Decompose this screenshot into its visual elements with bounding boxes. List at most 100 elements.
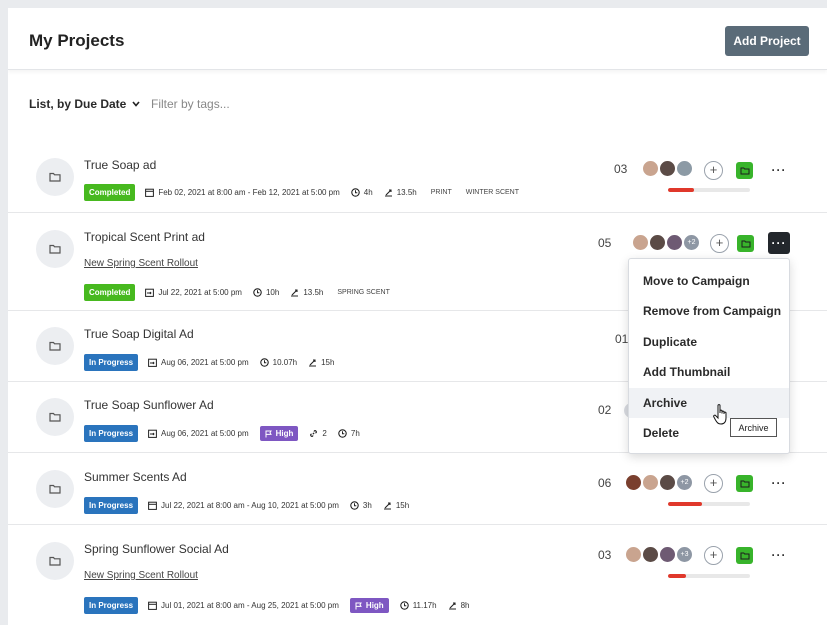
open-folder-button[interactable]: [736, 475, 753, 492]
hand-pointer-icon: [713, 404, 727, 425]
logged-time: 13.5h: [303, 288, 324, 297]
status-badge: Completed: [84, 184, 136, 201]
estimated-time: 11.17h: [412, 601, 437, 610]
open-folder-button[interactable]: [736, 162, 753, 179]
folder-icon: [740, 552, 749, 559]
task-count: 02: [598, 403, 612, 417]
progress-bar: [668, 502, 750, 506]
status-badge: In Progress: [84, 497, 139, 514]
page-header: My Projects Add Project: [8, 8, 827, 70]
logged-time-icon: [383, 502, 391, 510]
add-member-button[interactable]: +: [710, 234, 729, 253]
priority-badge: High: [349, 598, 389, 613]
status-badge: In Progress: [84, 425, 139, 442]
archive-tooltip: Archive: [730, 418, 777, 437]
estimated-time: 10h: [265, 288, 280, 297]
project-meta: In Progress Aug 06, 2021 at 5:00 pm High…: [84, 425, 371, 442]
due-date-icon: [145, 288, 155, 297]
logged-time-icon: [291, 289, 299, 297]
menu-item-duplicate[interactable]: Duplicate: [629, 327, 789, 357]
menu-item-remove-from-campaign[interactable]: Remove from Campaign: [629, 296, 789, 326]
due-date-icon: [148, 358, 157, 367]
more-options-button[interactable]: ···: [768, 159, 790, 181]
more-options-button[interactable]: ···: [768, 544, 790, 566]
tag[interactable]: SPRING SCENT: [334, 286, 393, 299]
project-name[interactable]: True Soap ad: [84, 158, 156, 172]
project-row[interactable]: Summer Scents Ad In Progress Jul 22, 202…: [8, 453, 827, 525]
add-project-button[interactable]: Add Project: [725, 26, 809, 56]
project-name[interactable]: Spring Sunflower Social Ad: [84, 542, 229, 556]
chevron-down-icon: [132, 101, 140, 107]
project-name[interactable]: Summer Scents Ad: [84, 470, 187, 484]
project-date: Jul 22, 2021 at 5:00 pm: [158, 288, 242, 297]
project-row[interactable]: True Soap ad Completed Feb 02, 2021 at 8…: [8, 141, 827, 213]
status-badge: In Progress: [84, 597, 139, 614]
folder-icon: [49, 412, 61, 422]
more-options-button[interactable]: ···: [768, 472, 790, 494]
priority-label: High: [365, 601, 384, 610]
task-count: 01: [615, 332, 629, 346]
progress-fill: [668, 188, 695, 192]
progress-bar: [668, 188, 750, 192]
logged-time-icon: [384, 189, 392, 197]
priority-label: High: [275, 429, 294, 438]
estimated-time: 7h: [350, 429, 360, 438]
campaign-link[interactable]: New Spring Scent Rollout: [84, 570, 198, 581]
add-member-button[interactable]: +: [704, 474, 723, 493]
progress-fill: [668, 502, 703, 506]
task-count: 05: [598, 236, 612, 250]
clock-icon: [259, 358, 269, 367]
status-badge: In Progress: [84, 354, 139, 371]
project-name[interactable]: Tropical Scent Print ad: [84, 230, 205, 244]
campaign-link[interactable]: New Spring Scent Rollout: [84, 258, 198, 269]
open-folder-button[interactable]: [736, 547, 753, 564]
logged-time: 8h: [460, 601, 470, 610]
project-thumbnail: [36, 327, 74, 365]
open-folder-button[interactable]: [737, 235, 754, 252]
task-count: 03: [614, 162, 628, 176]
link-icon: [310, 430, 318, 437]
project-meta: In Progress Aug 06, 2021 at 5:00 pm 10.0…: [84, 354, 345, 371]
view-selector[interactable]: List, by Due Date: [29, 97, 140, 111]
logged-time: 15h: [395, 501, 410, 510]
clock-icon: [399, 601, 409, 610]
project-thumbnail: [36, 470, 74, 508]
folder-icon: [49, 341, 61, 351]
tag-filter-input[interactable]: Filter by tags...: [151, 97, 230, 111]
more-options-button[interactable]: ···: [768, 232, 790, 254]
more-members-badge[interactable]: +2: [682, 233, 701, 252]
project-name[interactable]: True Soap Digital Ad: [84, 327, 194, 341]
link-count: 2: [322, 429, 327, 438]
estimated-time: 10.07h: [272, 358, 298, 367]
view-selector-label: List, by Due Date: [29, 97, 127, 111]
add-member-button[interactable]: +: [704, 161, 723, 180]
member-avatar[interactable]: [675, 159, 694, 178]
priority-badge: High: [259, 426, 299, 441]
add-member-button[interactable]: +: [704, 546, 723, 565]
project-thumbnail: [36, 230, 74, 268]
project-name[interactable]: True Soap Sunflower Ad: [84, 398, 214, 412]
folder-icon: [740, 167, 749, 174]
logged-time: 15h: [321, 358, 335, 367]
clock-icon: [351, 188, 360, 197]
more-members-badge[interactable]: +2: [675, 473, 694, 492]
project-thumbnail: [36, 398, 74, 436]
folder-icon: [49, 244, 61, 254]
task-count: 06: [598, 476, 612, 490]
tag[interactable]: PRINT: [428, 186, 455, 199]
flag-icon: [265, 430, 272, 437]
tag[interactable]: WINTER SCENT: [463, 186, 522, 199]
menu-item-add-thumbnail[interactable]: Add Thumbnail: [629, 357, 789, 387]
clock-icon: [338, 429, 347, 438]
project-thumbnail: [36, 158, 74, 196]
progress-bar: [668, 574, 750, 578]
project-meta: In Progress Jul 01, 2021 at 8:00 am - Au…: [84, 597, 480, 614]
folder-icon: [741, 240, 750, 247]
project-meta: Completed Feb 02, 2021 at 8:00 am - Feb …: [84, 184, 530, 201]
progress-fill: [668, 574, 687, 578]
more-members-badge[interactable]: +3: [675, 545, 694, 564]
estimated-time: 4h: [363, 188, 373, 197]
project-row[interactable]: Spring Sunflower Social Ad New Spring Sc…: [8, 525, 827, 625]
menu-item-archive[interactable]: Archive: [629, 388, 789, 418]
menu-item-move-to-campaign[interactable]: Move to Campaign: [629, 266, 789, 296]
